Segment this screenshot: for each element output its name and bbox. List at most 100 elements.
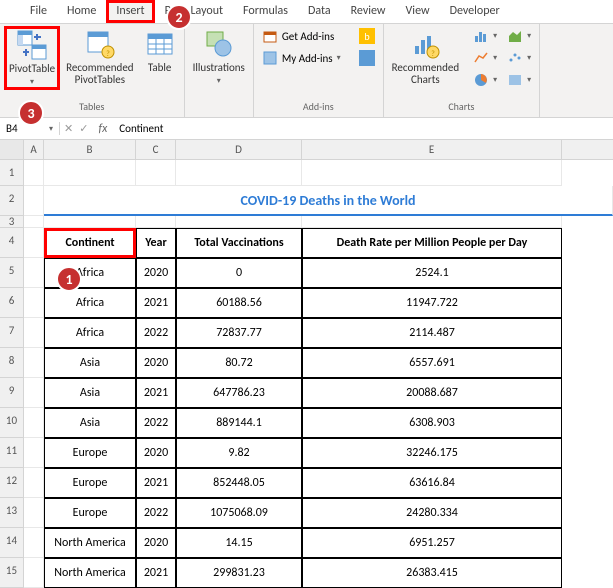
- row-header[interactable]: 3: [0, 216, 24, 228]
- cell-vaccinations[interactable]: 72837.77: [176, 318, 302, 348]
- row-header[interactable]: 11: [0, 438, 24, 468]
- cell-death-rate[interactable]: 24280.334: [302, 498, 562, 528]
- cell-year[interactable]: 2021: [136, 468, 176, 498]
- illustrations-button[interactable]: Illustrations▾: [189, 26, 249, 88]
- cell-vaccinations[interactable]: 9.82: [176, 438, 302, 468]
- cell-death-rate[interactable]: 2524.1: [302, 258, 562, 288]
- cell-continent[interactable]: Europe: [44, 498, 136, 528]
- cell-continent[interactable]: Asia: [44, 378, 136, 408]
- tab-review[interactable]: Review: [341, 0, 396, 23]
- cell-death-rate[interactable]: 32246.175: [302, 438, 562, 468]
- row-header[interactable]: 7: [0, 318, 24, 348]
- row-header[interactable]: 12: [0, 468, 24, 498]
- header-vaccinations[interactable]: Total Vaccinations: [176, 228, 302, 258]
- tab-file[interactable]: File: [20, 0, 57, 23]
- row-header[interactable]: 1: [0, 160, 24, 186]
- cell-continent[interactable]: Africa: [44, 318, 136, 348]
- cell-year[interactable]: 2021: [136, 288, 176, 318]
- tab-formulas[interactable]: Formulas: [233, 0, 298, 23]
- pivot-table-icon: [16, 29, 48, 61]
- row-header[interactable]: 8: [0, 348, 24, 378]
- cell-vaccinations[interactable]: 60188.56: [176, 288, 302, 318]
- row-header[interactable]: 6: [0, 288, 24, 318]
- row-header[interactable]: 13: [0, 498, 24, 528]
- cell-year[interactable]: 2020: [136, 438, 176, 468]
- cell-continent[interactable]: Asia: [44, 408, 136, 438]
- col-header-e[interactable]: E: [302, 140, 562, 159]
- illustrations-label: Illustrations▾: [193, 62, 245, 86]
- cell-continent[interactable]: Africa: [44, 288, 136, 318]
- header-continent[interactable]: Continent: [44, 228, 136, 258]
- chart-map-button[interactable]: ▾: [503, 70, 535, 90]
- cell-death-rate[interactable]: 20088.687: [302, 378, 562, 408]
- col-header-b[interactable]: B: [44, 140, 136, 159]
- table-button[interactable]: Table: [140, 26, 180, 76]
- row-header[interactable]: 10: [0, 408, 24, 438]
- recommended-charts-button[interactable]: ? Recommended Charts: [388, 26, 463, 88]
- row-header[interactable]: 4: [0, 228, 24, 258]
- cell-vaccinations[interactable]: 852448.05: [176, 468, 302, 498]
- cell-year[interactable]: 2022: [136, 408, 176, 438]
- cell-year[interactable]: 2020: [136, 258, 176, 288]
- my-addins-button[interactable]: My Add-ins ▾: [258, 48, 345, 68]
- table-row: 8 Asia 2020 80.72 6557.691: [0, 348, 613, 378]
- tab-data[interactable]: Data: [298, 0, 341, 23]
- cell-vaccinations[interactable]: 14.15: [176, 528, 302, 558]
- col-header-c[interactable]: C: [136, 140, 176, 159]
- cell-death-rate[interactable]: 2114.487: [302, 318, 562, 348]
- chart-line-button[interactable]: ▾: [469, 48, 501, 68]
- tab-developer[interactable]: Developer: [440, 0, 510, 23]
- formula-input[interactable]: Continent: [113, 122, 613, 135]
- annotation-2: 2: [166, 4, 192, 30]
- chart-pie-button[interactable]: ▾: [469, 70, 501, 90]
- col-header-a[interactable]: A: [24, 140, 44, 159]
- col-header-d[interactable]: D: [176, 140, 302, 159]
- get-addins-button[interactable]: Get Add-ins: [258, 26, 345, 46]
- table-row: 13 Europe 2022 1075068.09 24280.334: [0, 498, 613, 528]
- recommended-pivot-button[interactable]: ? Recommended PivotTables: [62, 26, 137, 88]
- cell-continent[interactable]: North America: [44, 528, 136, 558]
- row-header[interactable]: 14: [0, 528, 24, 558]
- cell-vaccinations[interactable]: 0: [176, 258, 302, 288]
- cell-vaccinations[interactable]: 889144.1: [176, 408, 302, 438]
- cell-continent[interactable]: Europe: [44, 438, 136, 468]
- recommended-charts-icon: ?: [409, 28, 441, 60]
- select-all-corner[interactable]: [0, 140, 24, 159]
- tab-view[interactable]: View: [396, 0, 440, 23]
- cell-continent[interactable]: Europe: [44, 468, 136, 498]
- chart-column-button[interactable]: ▾: [469, 26, 501, 46]
- cell-year[interactable]: 2020: [136, 348, 176, 378]
- cell-year[interactable]: 2022: [136, 498, 176, 528]
- cell-death-rate[interactable]: 11947.722: [302, 288, 562, 318]
- cell-continent[interactable]: Asia: [44, 348, 136, 378]
- table-row: 7 Africa 2022 72837.77 2114.487: [0, 318, 613, 348]
- tab-home[interactable]: Home: [57, 0, 106, 23]
- people-graph-button[interactable]: [355, 48, 379, 68]
- cell-vaccinations[interactable]: 1075068.09: [176, 498, 302, 528]
- cell-year[interactable]: 2022: [136, 318, 176, 348]
- table-row: 10 Asia 2022 889144.1 6308.903: [0, 408, 613, 438]
- cell-vaccinations[interactable]: 80.72: [176, 348, 302, 378]
- chart-hierarchy-button[interactable]: ▾: [503, 26, 535, 46]
- sheet-title[interactable]: COVID-19 Deaths in the World: [44, 186, 613, 216]
- cell-death-rate[interactable]: 6308.903: [302, 408, 562, 438]
- cell-death-rate[interactable]: 6951.257: [302, 528, 562, 558]
- row-header[interactable]: 5: [0, 258, 24, 288]
- cancel-icon: ✕: [64, 122, 73, 135]
- formula-bar: B4▾ ✕✓ fx Continent: [0, 118, 613, 140]
- cell-vaccinations[interactable]: 647786.23: [176, 378, 302, 408]
- cell-death-rate[interactable]: 63616.84: [302, 468, 562, 498]
- ribbon: PivotTable▾ ? Recommended PivotTables Ta…: [0, 24, 613, 118]
- pivot-table-button[interactable]: PivotTable▾: [4, 26, 60, 90]
- header-year[interactable]: Year: [136, 228, 176, 258]
- header-death-rate[interactable]: Death Rate per Million People per Day: [302, 228, 562, 258]
- row-header[interactable]: 9: [0, 378, 24, 408]
- fx-icon[interactable]: fx: [92, 122, 113, 136]
- bing-maps-button[interactable]: b: [355, 26, 379, 46]
- cell-year[interactable]: 2020: [136, 528, 176, 558]
- row-header[interactable]: 2: [0, 186, 24, 216]
- cell-year[interactable]: 2021: [136, 378, 176, 408]
- tab-insert[interactable]: Insert: [106, 0, 154, 23]
- chart-scatter-button[interactable]: ▾: [503, 48, 535, 68]
- cell-death-rate[interactable]: 6557.691: [302, 348, 562, 378]
